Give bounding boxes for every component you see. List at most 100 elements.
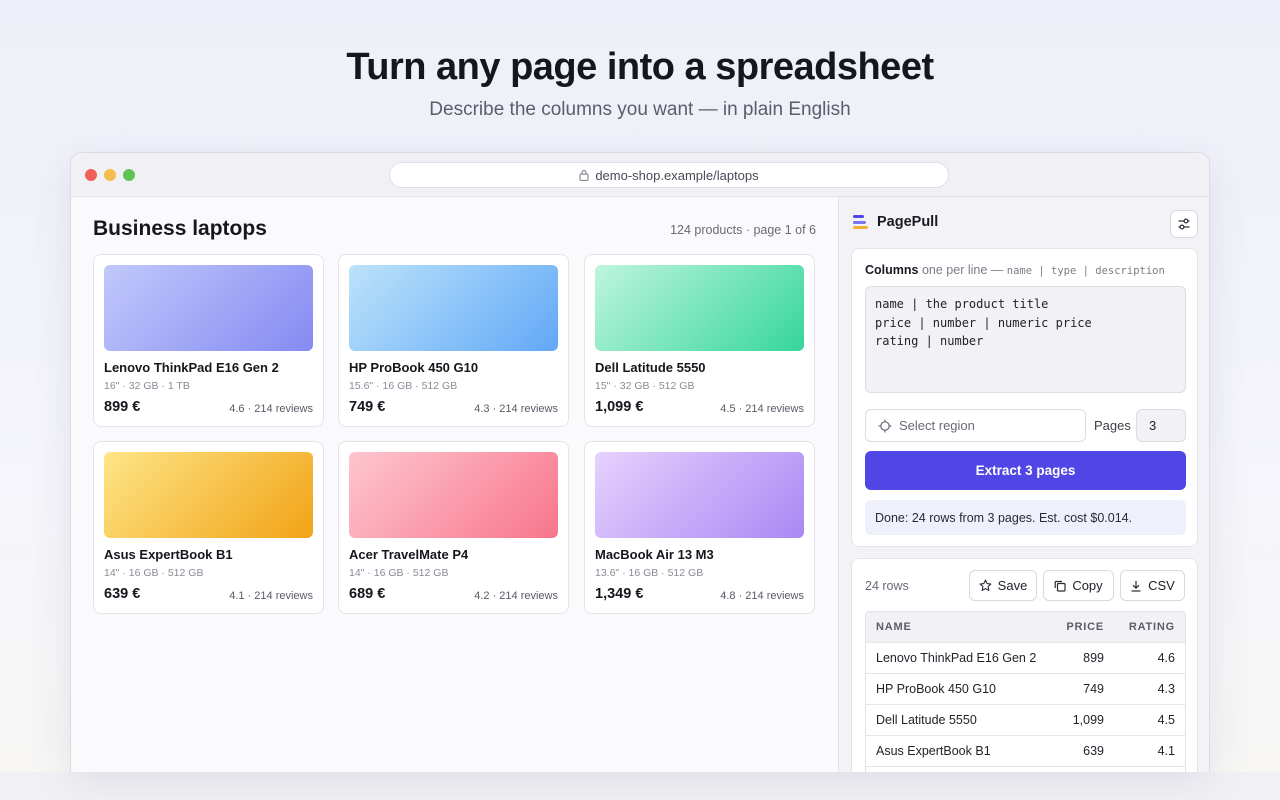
cell-rating: 4.3: [1157, 682, 1175, 696]
product-rating: 4.1 · 214 reviews: [229, 590, 313, 602]
csv-download-button[interactable]: CSV: [1120, 570, 1185, 601]
table-row[interactable]: Dell Latitude 5550 1,099 4.5: [866, 704, 1185, 735]
crosshair-icon: [878, 419, 892, 432]
csv-label: CSV: [1148, 578, 1175, 593]
product-rating: 4.2 · 214 reviews: [474, 590, 558, 602]
product-rating: 4.6 · 214 reviews: [229, 403, 313, 415]
product-card[interactable]: HP ProBook 450 G10 15.6" · 16 GB · 512 G…: [338, 254, 569, 427]
columns-card: Columns one per line — name | type | des…: [851, 248, 1198, 547]
product-name: Lenovo ThinkPad E16 Gen 2: [104, 360, 279, 375]
columns-format: name | type | description: [1006, 265, 1165, 277]
copy-icon: [1054, 580, 1066, 592]
download-icon: [1131, 580, 1141, 592]
product-card[interactable]: Dell Latitude 5550 15" · 32 GB · 512 GB …: [584, 254, 815, 427]
product-name: Dell Latitude 5550: [595, 360, 706, 375]
select-region-button[interactable]: Select region: [865, 409, 1086, 442]
column-header[interactable]: NAME: [866, 621, 1046, 633]
cell-price: 899: [1083, 651, 1104, 665]
cell-name: Lenovo ThinkPad E16 Gen 2: [876, 651, 1037, 665]
product-name: HP ProBook 450 G10: [349, 360, 479, 375]
shop-page: Business laptops 124 products · page 1 o…: [71, 197, 838, 772]
maximize-window-icon[interactable]: [123, 169, 135, 181]
save-label: Save: [997, 578, 1028, 593]
table-row[interactable]: HP ProBook 450 G10 749 4.3: [866, 673, 1185, 704]
column-header[interactable]: PRICE: [1046, 621, 1104, 633]
product-card[interactable]: MacBook Air 13 M3 13.6" · 16 GB · 512 GB…: [584, 441, 815, 614]
brand-name: PagePull: [877, 214, 939, 230]
star-icon: [979, 579, 992, 591]
cell-price: 1,099: [1072, 713, 1104, 727]
lock-icon: [579, 169, 589, 181]
product-spec: 15.6" · 16 GB · 512 GB: [349, 380, 458, 392]
product-spec: 15" · 32 GB · 512 GB: [595, 380, 695, 392]
product-spec: 14" · 16 GB · 512 GB: [349, 567, 449, 579]
product-name: Asus ExpertBook B1: [104, 547, 233, 562]
product-image: [104, 265, 313, 351]
product-image: [595, 452, 804, 538]
save-button[interactable]: Save: [969, 570, 1037, 601]
product-count: 124 products · page 1 of 6: [670, 223, 816, 237]
table-header-row: NAME PRICE RATING: [866, 612, 1185, 642]
sliders-icon: [1178, 218, 1190, 230]
pages-input[interactable]: [1136, 409, 1186, 442]
product-price: 639 €: [104, 586, 141, 602]
product-price: 689 €: [349, 586, 386, 602]
pagepull-logo-icon: [853, 214, 869, 230]
product-rating: 4.3 · 214 reviews: [474, 403, 558, 415]
columns-label: Columns one per line — name | type | des…: [865, 263, 1165, 277]
cell-price: 639: [1083, 744, 1104, 758]
cell-name: Asus ExpertBook B1: [876, 744, 991, 758]
cell-rating: 4.6: [1157, 651, 1175, 665]
product-card[interactable]: Asus ExpertBook B1 14" · 16 GB · 512 GB …: [93, 441, 324, 614]
minimize-window-icon[interactable]: [104, 169, 116, 181]
cell-name: Dell Latitude 5550: [876, 713, 977, 727]
browser-window: demo-shop.example/laptops Business lapto…: [70, 152, 1210, 772]
product-image: [349, 452, 558, 538]
product-name: Acer TravelMate P4: [349, 547, 469, 562]
copy-label: Copy: [1072, 578, 1103, 593]
cell-name: HP ProBook 450 G10: [876, 682, 996, 696]
product-card[interactable]: Acer TravelMate P4 14" · 16 GB · 512 GB …: [338, 441, 569, 614]
brand: PagePull: [853, 214, 938, 230]
browser-titlebar: demo-shop.example/laptops: [71, 153, 1209, 197]
settings-button[interactable]: [1170, 210, 1198, 238]
product-card[interactable]: Lenovo ThinkPad E16 Gen 2 16" · 32 GB · …: [93, 254, 324, 427]
hero-title: Turn any page into a spreadsheet: [346, 46, 934, 88]
product-rating: 4.8 · 214 reviews: [720, 590, 804, 602]
table-row[interactable]: Asus ExpertBook B1 639 4.1: [866, 735, 1185, 766]
columns-textarea[interactable]: name | the product title price | number …: [865, 286, 1186, 393]
hero-subtitle: Describe the columns you want — in plain…: [429, 99, 851, 120]
rows-count: 24 rows: [865, 579, 909, 593]
copy-button[interactable]: Copy: [1043, 570, 1114, 601]
extension-panel: PagePull Columns one per line — name | t…: [839, 197, 1209, 772]
cell-rating: 4.5: [1157, 713, 1175, 727]
product-spec: 16" · 32 GB · 1 TB: [104, 380, 190, 392]
product-price: 1,349 €: [595, 586, 644, 602]
product-rating: 4.5 · 214 reviews: [720, 403, 804, 415]
close-window-icon[interactable]: [85, 169, 97, 181]
columns-title: Columns: [865, 263, 919, 277]
product-image: [595, 265, 804, 351]
cell-rating: 4.1: [1157, 744, 1175, 758]
product-spec: 13.6" · 16 GB · 512 GB: [595, 567, 704, 579]
table-row[interactable]: [866, 766, 1185, 772]
select-region-label: Select region: [899, 418, 975, 433]
status-message: Done: 24 rows from 3 pages. Est. cost $0…: [865, 500, 1186, 535]
page-bottom-band: [0, 772, 1280, 800]
address-bar[interactable]: demo-shop.example/laptops: [389, 162, 949, 188]
extract-button[interactable]: Extract 3 pages: [865, 451, 1186, 490]
cell-price: 749: [1083, 682, 1104, 696]
table-row[interactable]: Lenovo ThinkPad E16 Gen 2 899 4.6: [866, 642, 1185, 673]
product-name: MacBook Air 13 M3: [595, 547, 714, 562]
column-header[interactable]: RATING: [1104, 621, 1185, 633]
page-title: Business laptops: [93, 217, 267, 240]
product-price: 899 €: [104, 399, 141, 415]
results-table: NAME PRICE RATING Lenovo ThinkPad E16 Ge…: [865, 611, 1186, 772]
product-spec: 14" · 16 GB · 512 GB: [104, 567, 204, 579]
pages-label: Pages: [1094, 418, 1131, 433]
product-image: [349, 265, 558, 351]
address-url: demo-shop.example/laptops: [595, 167, 759, 183]
product-price: 749 €: [349, 399, 386, 415]
product-price: 1,099 €: [595, 399, 644, 415]
product-image: [104, 452, 313, 538]
